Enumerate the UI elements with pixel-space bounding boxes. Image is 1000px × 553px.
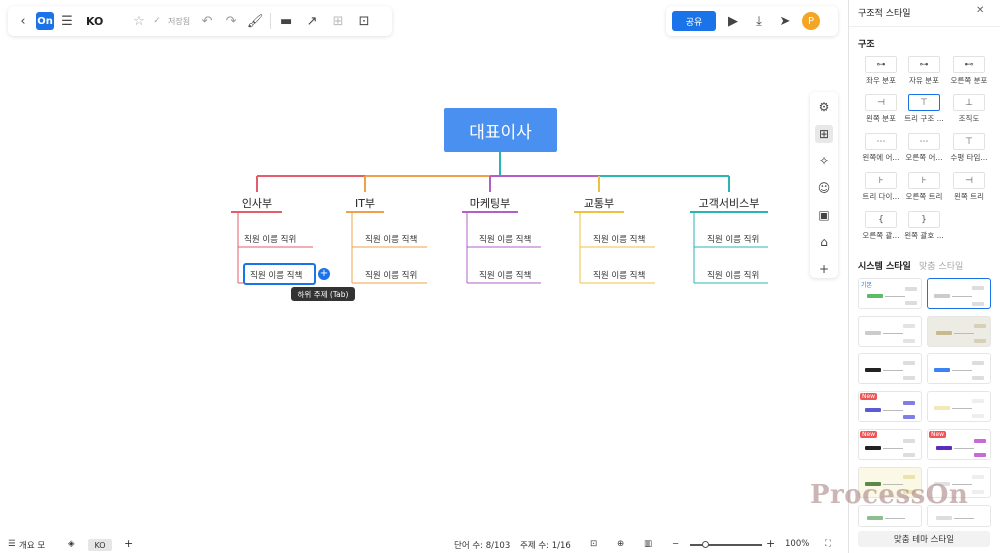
structure-option[interactable]: ⊶ 자유 분포 (902, 56, 946, 86)
locate-icon[interactable]: ⊕ (617, 539, 624, 549)
structure-thumb-icon: ⊶ (865, 56, 897, 73)
structure-option[interactable]: ⊣ 왼쪽 분포 (859, 94, 903, 124)
custom-style-tab[interactable]: 맞춤 스타일 (919, 259, 963, 272)
structure-thumb-icon: ⊥ (953, 94, 985, 111)
structure-thumb-icon: } (908, 211, 940, 228)
dept-topic-5[interactable]: 고객서비스부 (690, 195, 768, 211)
style-card-new[interactable]: New (858, 391, 922, 422)
structure-option[interactable]: ⊶ 좌우 분포 (859, 56, 903, 86)
structure-option[interactable]: ⋯ 왼쪽에 어... (859, 133, 903, 163)
match-theme-style-button[interactable]: 맞춤 테마 스타일 (858, 531, 990, 547)
outline-mode-button[interactable]: 개요 모 (19, 539, 45, 551)
page-tab[interactable]: KO (88, 539, 112, 551)
selected-topic-outline (243, 263, 316, 285)
structure-thumb-icon: ⊣ (953, 172, 985, 189)
new-badge: New (860, 393, 878, 400)
zoom-slider-track[interactable] (690, 544, 762, 546)
canvas[interactable]: ‹ On ☰ KO ☆ ✓ 저장됨 ↶ ↷ 🖌 ▬ ↗ ⊞ ⊡ 공유 ▶ ⤓ ➤… (0, 0, 848, 553)
zoom-out-icon[interactable]: − (672, 539, 679, 549)
structure-thumb-icon: ⊦ (908, 172, 940, 189)
sub-topic-4-1[interactable]: 직원 이름 직책 (593, 233, 645, 245)
bottom-bar: ☰ 개요 모 ◈ + 단어 수: 8/103 주제 수: 1/16 ⊡ ⊕ ▥ … (0, 536, 848, 553)
structure-option[interactable]: ⊣ 왼쪽 트리 (947, 172, 991, 202)
sub-topic-3-1[interactable]: 직원 이름 직책 (479, 233, 531, 245)
divider (849, 26, 1000, 27)
tag-icon[interactable]: ⌂ (815, 233, 833, 251)
zoom-in-icon[interactable]: + (766, 537, 775, 550)
system-style-heading[interactable]: 시스템 스타일 (858, 259, 911, 272)
watermark: ProcessOn (810, 480, 969, 510)
structure-option[interactable]: ⊷ 오른쪽 분포 (947, 56, 991, 86)
dept-topic-1[interactable]: 인사부 (231, 195, 283, 211)
basic-label: 기본 (861, 282, 873, 289)
style-card[interactable] (927, 353, 991, 384)
style-settings-icon[interactable]: ⚙ (815, 98, 833, 116)
zoom-level: 100% (785, 539, 810, 549)
structure-thumb-icon: ⊦ (865, 172, 897, 189)
structure-heading: 구조 (858, 40, 875, 50)
dept-topic-3[interactable]: 마케팅부 (462, 195, 518, 211)
root-topic[interactable]: 대표이사 (444, 108, 557, 152)
style-card[interactable] (927, 316, 991, 347)
structure-thumb-icon: ⋯ (865, 133, 897, 150)
add-subtopic-button[interactable]: + (318, 268, 330, 280)
structure-option[interactable]: {오른쪽 괄... (859, 211, 903, 241)
topic-count: 주제 수: 1/16 (520, 541, 571, 551)
sub-topic-5-1[interactable]: 직원 이름 직위 (707, 233, 759, 245)
panel-title: 구조적 스타일 (858, 9, 911, 19)
outline-mode-icon[interactable]: ☰ (8, 539, 16, 549)
structure-option[interactable]: ⋯ 오른쪽 어... (902, 133, 946, 163)
zoom-slider-handle[interactable] (702, 541, 709, 548)
structure-thumb-icon: ⊷ (953, 56, 985, 73)
structure-option[interactable]: ⊦ 오른쪽 트리 (902, 172, 946, 202)
sub-topic-1-1[interactable]: 직원 이름 직위 (244, 233, 296, 245)
style-card[interactable] (858, 353, 922, 384)
style-card-selected[interactable] (927, 278, 991, 309)
side-tool-strip: ⚙ ⊞ ✧ ☺ ▣ ⌂ + (810, 92, 838, 278)
structure-thumb-icon: ⋯ (908, 133, 940, 150)
new-badge: New (929, 431, 947, 438)
fit-icon[interactable]: ⊡ (590, 539, 597, 549)
structure-thumb-icon: ⊣ (865, 94, 897, 111)
image-icon[interactable]: ▣ (815, 206, 833, 224)
style-card-basic[interactable]: 기본 (858, 278, 922, 309)
structure-option[interactable]: ⊤ 수평 타임... (947, 133, 991, 163)
style-card-new[interactable]: New (858, 429, 922, 460)
sub-topic-2-2[interactable]: 직원 이름 직위 (365, 269, 417, 281)
structure-option[interactable]: ⊥ 조직도 (947, 94, 991, 124)
style-card[interactable] (927, 391, 991, 422)
style-card[interactable] (858, 316, 922, 347)
sub-topic-4-2[interactable]: 직원 이름 직책 (593, 269, 645, 281)
magic-icon[interactable]: ✧ (815, 152, 833, 170)
structure-thumb-icon: { (865, 211, 897, 228)
new-badge: New (860, 431, 878, 438)
sub-topic-3-2[interactable]: 직원 이름 직책 (479, 269, 531, 281)
word-count: 단어 수: 8/103 (454, 541, 511, 551)
emoji-icon[interactable]: ☺ (815, 179, 833, 197)
close-icon[interactable]: ✕ (976, 5, 984, 16)
fullscreen-icon[interactable]: ⛶ (825, 539, 831, 549)
subtopic-tooltip: 하위 주제 (Tab) (291, 287, 355, 301)
structure-option[interactable]: ⊦ 트리 다이... (859, 172, 903, 202)
structure-option-selected[interactable]: ⊤ 트리 구조 ... (902, 94, 946, 124)
layers-icon[interactable]: ◈ (68, 539, 75, 549)
structure-thumb-icon: ⊤ (953, 133, 985, 150)
dept-topic-4[interactable]: 교통부 (574, 195, 624, 211)
structure-option[interactable]: } 왼쪽 괄호 ... (902, 211, 946, 241)
add-page-icon[interactable]: + (124, 537, 133, 550)
dept-topic-2[interactable]: IT부 (346, 195, 384, 211)
structure-style-panel: 구조적 스타일 ✕ 구조 ⊶ 좌우 분포 ⊶ 자유 분포 ⊷ 오른쪽 분포 ⊣ 왼쪽 분… (848, 0, 1000, 553)
structure-icon[interactable]: ⊞ (815, 125, 833, 143)
structure-thumb-icon: ⊶ (908, 56, 940, 73)
sub-topic-2-1[interactable]: 직원 이름 직책 (365, 233, 417, 245)
add-icon[interactable]: + (815, 260, 833, 278)
sub-topic-5-2[interactable]: 직원 이름 직위 (707, 269, 759, 281)
map-icon[interactable]: ▥ (644, 539, 652, 549)
structure-thumb-icon: ⊤ (908, 94, 940, 111)
style-card-new[interactable]: New (927, 429, 991, 460)
